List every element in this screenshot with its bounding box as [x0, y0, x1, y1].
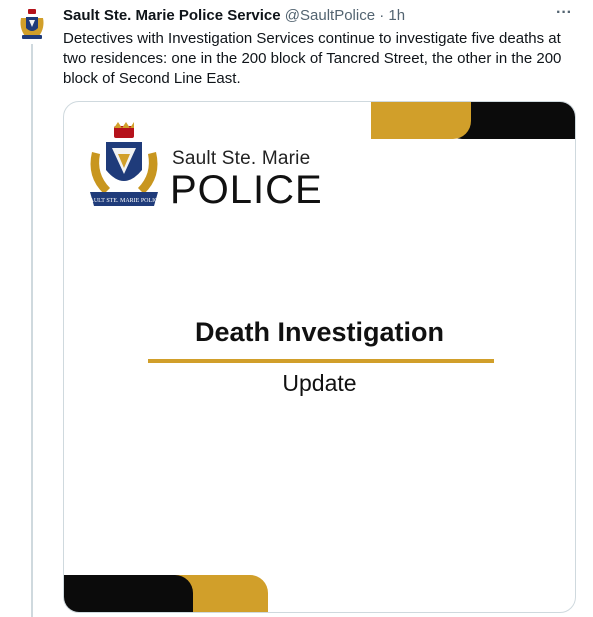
image-subhead: Update [282, 370, 357, 396]
tweet-image[interactable]: SAULT STE. MARIE POLICE Sault Ste. Marie… [63, 101, 576, 613]
more-horizontal-icon: ··· [556, 4, 572, 21]
gold-divider [148, 359, 494, 363]
timestamp[interactable]: 1h [388, 7, 405, 24]
tweet-header: Sault Ste. Marie Police Service @SaultPo… [63, 6, 573, 28]
tweet-text: Detectives with Investigation Services c… [63, 30, 562, 87]
more-options-button[interactable]: ··· [553, 4, 575, 26]
police-crest-icon [20, 9, 44, 39]
separator-dot: · [379, 7, 385, 24]
user-handle[interactable]: @SaultPolice [285, 7, 375, 24]
logo-line-2: POLICE [170, 168, 323, 212]
image-headline: Death Investigation [194, 317, 445, 347]
top-gold-bar-edge [371, 102, 411, 139]
police-crest-logo: SAULT STE. MARIE POLICE [86, 122, 162, 206]
display-name[interactable]: Sault Ste. Marie Police Service [63, 7, 281, 24]
crest-banner-text: SAULT STE. MARIE POLICE [86, 198, 162, 204]
avatar[interactable] [14, 7, 50, 43]
bottom-black-bar [64, 575, 193, 612]
logo-line-1: Sault Ste. Marie [172, 148, 311, 169]
thread-line [31, 44, 33, 617]
